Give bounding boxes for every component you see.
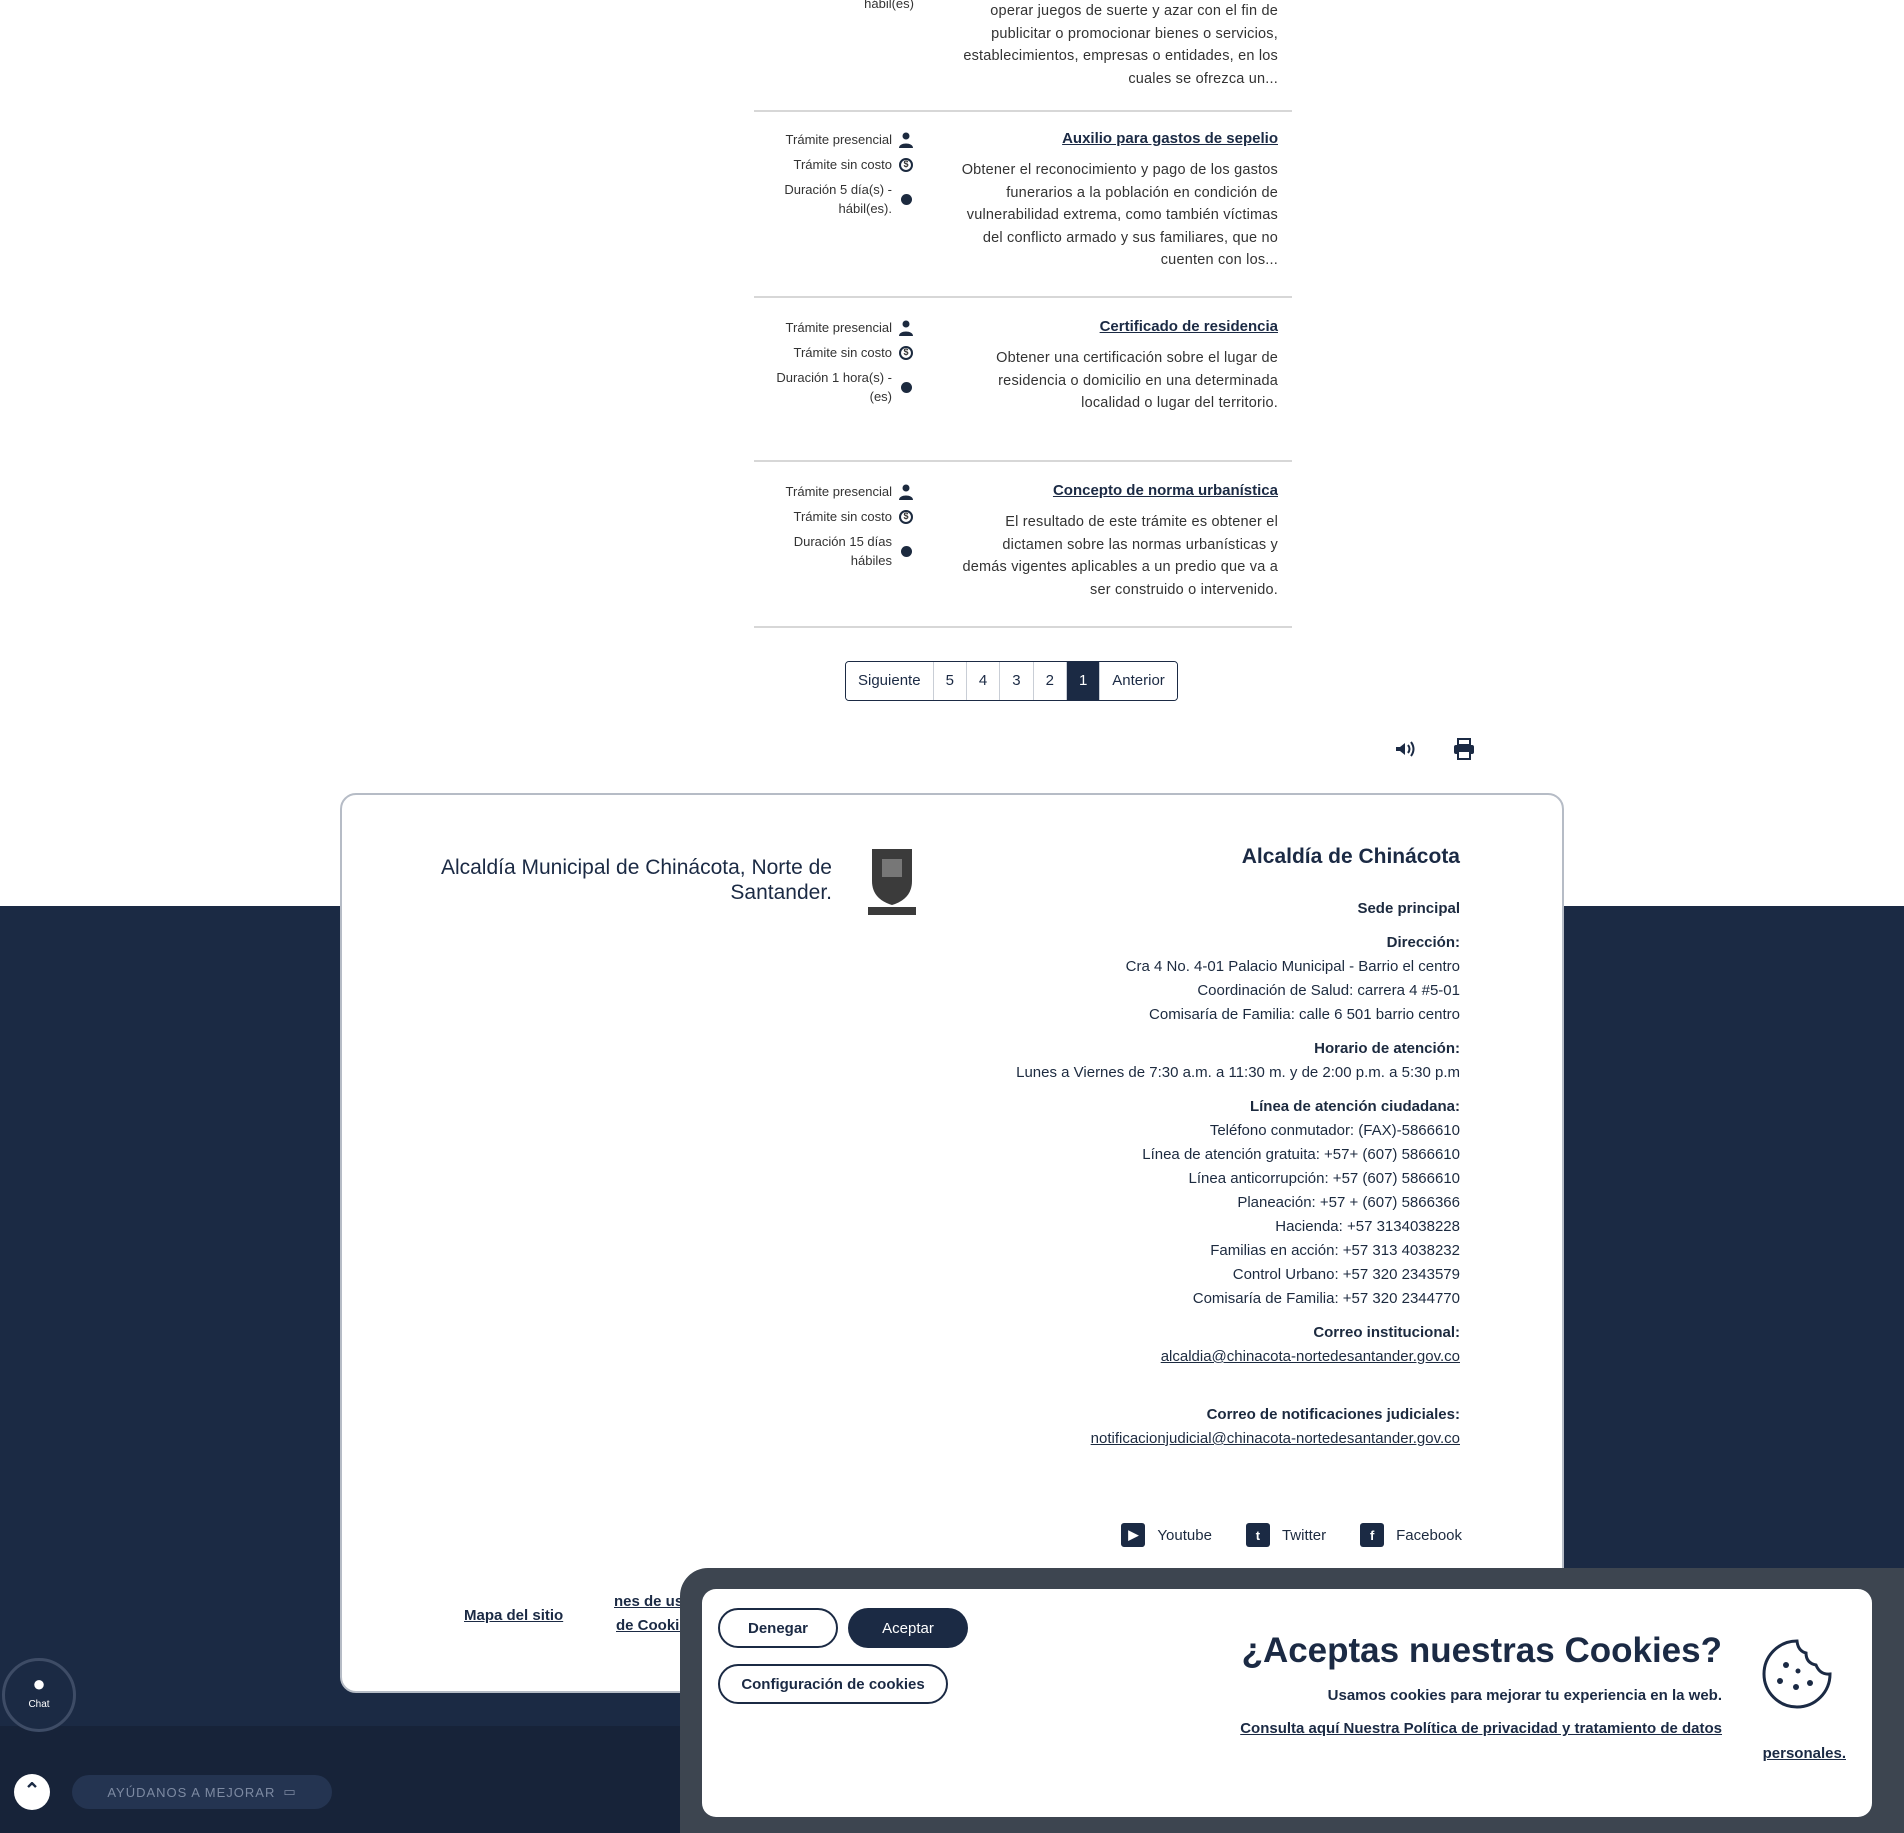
chat-label: Chat xyxy=(28,1699,50,1710)
tramite-modality: Trámite presencial xyxy=(754,318,914,337)
phone-line: Línea anticorrupción: +57 (607) 5866610 xyxy=(1188,1170,1460,1187)
footer-card: Alcaldía de Chinácota Sede principal Dir… xyxy=(340,793,1564,1693)
address-label: Dirección: xyxy=(1386,934,1460,951)
phone-line: Hacienda: +57 3134038228 xyxy=(1275,1218,1460,1235)
cookie-settings-button[interactable]: Configuración de cookies xyxy=(718,1664,948,1704)
tramite-description: Obtener una certificación sobre el lugar… xyxy=(996,350,1278,411)
page-2-button[interactable]: 2 xyxy=(1032,662,1066,700)
coat-of-arms-logo xyxy=(864,845,920,917)
deny-cookies-button[interactable]: Denegar xyxy=(718,1608,838,1648)
previous-page-button[interactable]: Anterior xyxy=(1099,662,1177,700)
tramite-description: operar juegos de suerte y azar con el fi… xyxy=(963,3,1278,87)
footer-links: Mapa del sitio xyxy=(464,1607,563,1624)
list-item: Certificado de residencia Obtener una ce… xyxy=(754,298,1292,462)
judicial-email-link[interactable]: notificacionjudicial@chinacota-nortedesa… xyxy=(1091,1430,1460,1447)
accept-cookies-button[interactable]: Aceptar xyxy=(848,1608,968,1648)
coin-icon: $ xyxy=(899,345,913,360)
email-link[interactable]: alcaldia@chinacota-nortedesantander.gov.… xyxy=(1161,1348,1460,1365)
comment-icon: ▭ xyxy=(283,1784,297,1799)
tramite-description: El resultado de este trámite es obtener … xyxy=(962,514,1278,598)
tramite-modality: Trámite presencial xyxy=(754,482,914,501)
clock-icon xyxy=(900,545,912,557)
tramite-title[interactable]: Concepto de norma urbanística xyxy=(956,482,1278,499)
page-1-button[interactable]: 1 xyxy=(1065,662,1100,700)
cookie-banner: ¿Aceptas nuestras Cookies? Usamos cookie… xyxy=(702,1589,1872,1817)
youtube-icon: ▶ xyxy=(1121,1523,1146,1547)
phone-line: Línea de atención gratuita: +57+ (607) 5… xyxy=(1142,1146,1460,1163)
tramite-cost: Trámite sin costo $ xyxy=(754,507,914,526)
phone-line: Familias en acción: +57 313 4038232 xyxy=(1210,1242,1460,1259)
tramite-duration: Duración 1 hora(s) - (es) xyxy=(754,368,914,406)
person-icon xyxy=(898,320,914,336)
tramite-title[interactable]: Certificado de residencia xyxy=(956,318,1278,335)
list-item: operar juegos de suerte y azar con el fi… xyxy=(754,0,1292,112)
address-line: Cra 4 No. 4-01 Palacio Municipal - Barri… xyxy=(1125,958,1460,975)
tramite-duration: hábil(es) xyxy=(864,0,914,11)
facebook-link[interactable]: f Facebook xyxy=(1360,1523,1462,1547)
hours-text: Lunes a Viernes de 7:30 a.m. a 11:30 m. … xyxy=(1016,1064,1460,1081)
address-line: Coordinación de Salud: carrera 4 #5-01 xyxy=(1197,982,1460,999)
clock-icon xyxy=(900,381,912,393)
twitter-link[interactable]: t Twitter xyxy=(1245,1523,1326,1547)
address-line: Comisaría de Familia: calle 6 501 barrio… xyxy=(1149,1006,1460,1023)
feedback-label: AYÚDANOS A MEJORAR xyxy=(107,1784,276,1800)
social-links: ▶ Youtube t Twitter f Facebook xyxy=(1121,1523,1462,1547)
tramite-duration: Duración 15 días hábiles xyxy=(754,532,914,570)
facebook-icon: f xyxy=(1360,1523,1385,1547)
sede-label: Sede principal xyxy=(1357,900,1460,917)
phone-line: Planeación: +57 + (607) 5866366 xyxy=(1237,1194,1460,1211)
chat-bubble-icon: ● xyxy=(32,1671,46,1696)
phone-line: Comisaría de Familia: +57 320 2344770 xyxy=(1192,1290,1460,1307)
coin-icon: $ xyxy=(899,157,913,172)
page-3-button[interactable]: 3 xyxy=(999,662,1033,700)
tramite-cost: Trámite sin costo $ xyxy=(754,343,914,362)
judicial-email-label: Correo de notificaciones judiciales: xyxy=(1206,1406,1460,1423)
footer-title: Alcaldía de Chinácota xyxy=(1241,845,1460,868)
clock-icon xyxy=(900,193,912,205)
scroll-top-button[interactable]: ⌃ xyxy=(14,1774,50,1810)
privacy-policy-link-tail[interactable]: personales. xyxy=(1763,1745,1846,1762)
tramite-duration: Duración 5 día(s) - hábil(es). xyxy=(754,180,914,218)
tramite-cost: Trámite sin costo $ xyxy=(754,155,914,174)
next-page-button[interactable]: Siguiente xyxy=(846,662,933,700)
phone-line: Teléfono conmutador: (FAX)-5866610 xyxy=(1209,1122,1460,1139)
tramite-modality: Trámite presencial xyxy=(754,130,914,149)
tramite-description: Obtener el reconocimiento y pago de los … xyxy=(961,162,1278,268)
sitemap-link[interactable]: Mapa del sitio xyxy=(464,1607,563,1624)
phone-line: Control Urbano: +57 320 2343579 xyxy=(1232,1266,1460,1283)
email-label: Correo institucional: xyxy=(1313,1324,1460,1341)
twitter-icon: t xyxy=(1245,1523,1270,1547)
cookie-title: ¿Aceptas nuestras Cookies? xyxy=(1241,1631,1722,1670)
list-item: Auxilio para gastos de sepelio Obtener e… xyxy=(754,110,1292,298)
person-icon xyxy=(898,484,914,500)
tramite-title[interactable]: Auxilio para gastos de sepelio xyxy=(956,130,1278,147)
youtube-link[interactable]: ▶ Youtube xyxy=(1121,1523,1212,1547)
text-to-speech-icon[interactable] xyxy=(1391,736,1417,762)
feedback-button[interactable]: AYÚDANOS A MEJORAR ▭ xyxy=(72,1775,332,1809)
pagination: Siguiente 5 4 3 2 1 Anterior xyxy=(845,661,1178,701)
print-icon[interactable] xyxy=(1451,736,1477,762)
contact-info: Dirección: Cra 4 No. 4-01 Palacio Munici… xyxy=(940,931,1460,1451)
coin-icon: $ xyxy=(899,509,913,524)
cookie-icon xyxy=(1758,1635,1836,1713)
phone-label: Línea de atención ciudadana: xyxy=(1249,1098,1460,1115)
privacy-policy-link[interactable]: Consulta aquí Nuestra Política de privac… xyxy=(1240,1720,1722,1737)
list-item: Concepto de norma urbanística El resulta… xyxy=(754,462,1292,628)
page-5-button[interactable]: 5 xyxy=(932,662,966,700)
person-icon xyxy=(898,132,914,148)
page-4-button[interactable]: 4 xyxy=(965,662,1000,700)
hours-label: Horario de atención: xyxy=(1314,1040,1460,1057)
cookie-text: Usamos cookies para mejorar tu experienc… xyxy=(1327,1687,1722,1704)
chevron-up-icon: ⌃ xyxy=(23,1780,41,1802)
chat-button[interactable]: ● Chat xyxy=(2,1658,76,1732)
alcaldia-name: Alcaldía Municipal de Chinácota, Norte d… xyxy=(440,856,832,904)
